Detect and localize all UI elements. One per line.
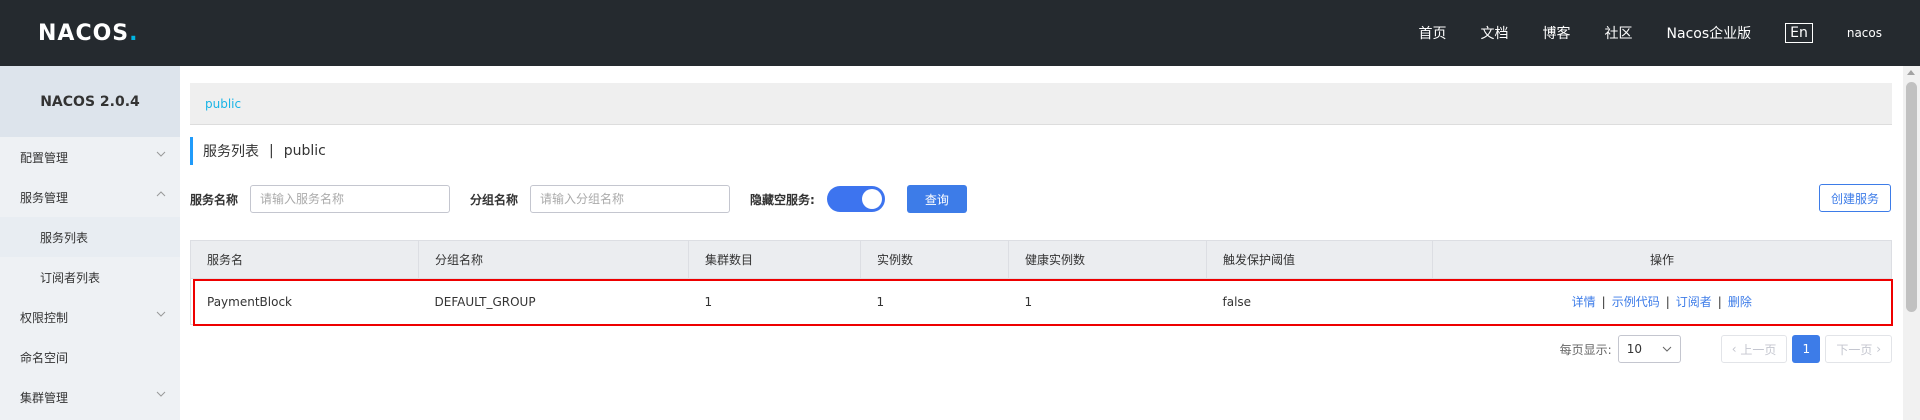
nacos-logo[interactable]: NACOS. (38, 18, 138, 48)
sidebar-item-service[interactable]: 服务管理 (0, 177, 180, 217)
page-size-value: 10 (1626, 342, 1642, 356)
sidebar-brand: NACOS 2.0.4 (0, 66, 180, 137)
column-header: 操作 (1432, 240, 1892, 279)
column-header: 实例数 (860, 240, 1009, 279)
query-button[interactable]: 查询 (906, 185, 967, 213)
page-scrollbar[interactable] (1903, 66, 1920, 420)
cell-instances: 1 (860, 278, 1009, 325)
page-size-label: 每页显示: (1559, 342, 1612, 357)
scroll-up-arrow-icon[interactable] (1907, 70, 1915, 75)
breadcrumb-namespace[interactable]: public (205, 97, 241, 111)
chevron-down-icon (154, 309, 168, 323)
column-header: 触发保护阈值 (1206, 240, 1433, 279)
column-header: 服务名 (190, 240, 419, 279)
cell-group: DEFAULT_GROUP (418, 278, 689, 325)
sidebar-item-service-list[interactable]: 服务列表 (0, 217, 180, 257)
sidebar-item-label: 服务管理 (20, 190, 69, 205)
create-service-button[interactable]: 创建服务 (1818, 184, 1891, 212)
sidebar-item-subscribers[interactable]: 订阅者列表 (0, 257, 180, 297)
ops-divider: | (1717, 295, 1722, 309)
sidebar: NACOS 2.0.4 配置管理 服务管理 服务列表 订阅者列表 权限控制 命名… (0, 66, 180, 420)
chevron-right-icon: › (1872, 342, 1881, 356)
chevron-down-icon (1662, 346, 1672, 352)
top-nav: 首页 文档 博客 社区 Nacos企业版 En nacos (1419, 0, 1920, 66)
group-name-label: 分组名称 (470, 192, 519, 207)
next-page-label: 下一页 (1836, 342, 1873, 357)
language-switch[interactable]: En (1785, 23, 1813, 43)
cell-healthy: 1 (1008, 278, 1207, 325)
nav-blog[interactable]: 博客 (1543, 23, 1571, 43)
service-name-label: 服务名称 (190, 192, 239, 207)
subscribers-link[interactable]: 订阅者 (1676, 295, 1712, 309)
logo-text: NACOS (38, 20, 130, 46)
page-title-text: 服务列表 (203, 144, 259, 160)
sidebar-item-namespace[interactable]: 命名空间 (0, 337, 180, 377)
sidebar-item-cluster[interactable]: 集群管理 (0, 377, 180, 417)
detail-link[interactable]: 详情 (1572, 295, 1596, 309)
ops-divider: | (1601, 295, 1606, 309)
cell-service: PaymentBlock (190, 278, 419, 325)
column-header: 健康实例数 (1008, 240, 1207, 279)
sidebar-item-label: 服务列表 (40, 230, 89, 245)
sample-code-link[interactable]: 示例代码 (1612, 295, 1660, 309)
breadcrumb: public (190, 83, 1892, 125)
nav-community[interactable]: 社区 (1605, 23, 1633, 43)
chevron-left-icon: ‹ (1731, 342, 1741, 356)
pagination: 每页显示: 10 ‹ 上一页 1 下一页 › (1560, 335, 1892, 363)
cell-operations: 详情 | 示例代码 | 订阅者 | 删除 (1432, 278, 1892, 325)
chevron-down-icon (154, 149, 168, 163)
table-row: PaymentBlock DEFAULT_GROUP 1 1 1 false 详… (190, 278, 1892, 325)
nav-home[interactable]: 首页 (1419, 23, 1447, 43)
sidebar-item-label: 订阅者列表 (40, 270, 101, 285)
sidebar-item-label: 配置管理 (20, 150, 69, 165)
hide-empty-label: 隐藏空服务: (750, 192, 815, 207)
chevron-up-icon (154, 189, 168, 203)
scrollbar-thumb[interactable] (1906, 82, 1917, 312)
ops-divider: | (1665, 295, 1670, 309)
cell-clusters: 1 (688, 278, 861, 325)
next-page-button[interactable]: 下一页 › (1825, 335, 1892, 363)
prev-page-label: 上一页 (1740, 342, 1777, 357)
user-name[interactable]: nacos (1847, 26, 1882, 40)
sidebar-item-auth[interactable]: 权限控制 (0, 297, 180, 337)
delete-link[interactable]: 删除 (1728, 295, 1752, 309)
prev-page-button[interactable]: ‹ 上一页 (1720, 335, 1788, 363)
nav-docs[interactable]: 文档 (1481, 23, 1509, 43)
filter-row: 服务名称 分组名称 隐藏空服务: 查询 创建服务 (190, 184, 1892, 214)
main-content: public 服务列表 | public 服务名称 分组名称 隐藏空服务: 查询… (190, 66, 1893, 420)
page-title-sep: | (269, 143, 274, 159)
cell-threshold: false (1206, 278, 1433, 325)
toggle-knob (861, 189, 882, 209)
sidebar-item-label: 集群管理 (20, 390, 69, 405)
page-title: 服务列表 | public (190, 137, 326, 165)
sidebar-item-label: 权限控制 (20, 310, 69, 325)
service-name-input[interactable] (250, 185, 451, 213)
nav-enterprise[interactable]: Nacos企业版 (1667, 23, 1752, 43)
sidebar-item-config[interactable]: 配置管理 (0, 137, 180, 177)
column-header: 分组名称 (418, 240, 689, 279)
page-size-select[interactable]: 10 (1617, 335, 1681, 363)
sidebar-item-label: 命名空间 (20, 350, 69, 365)
chevron-down-icon (154, 389, 168, 403)
logo-dot: . (129, 20, 138, 46)
table-header-row: 服务名 分组名称 集群数目 实例数 健康实例数 触发保护阈值 操作 (190, 240, 1892, 279)
page-title-namespace: public (283, 143, 326, 159)
hide-empty-toggle[interactable] (826, 186, 885, 212)
service-table: 服务名 分组名称 集群数目 实例数 健康实例数 触发保护阈值 操作 Paymen… (190, 240, 1892, 325)
group-name-input[interactable] (530, 185, 731, 213)
top-header: NACOS. 首页 文档 博客 社区 Nacos企业版 En nacos (0, 0, 1920, 66)
column-header: 集群数目 (688, 240, 861, 279)
page-number-current[interactable]: 1 (1792, 335, 1821, 363)
